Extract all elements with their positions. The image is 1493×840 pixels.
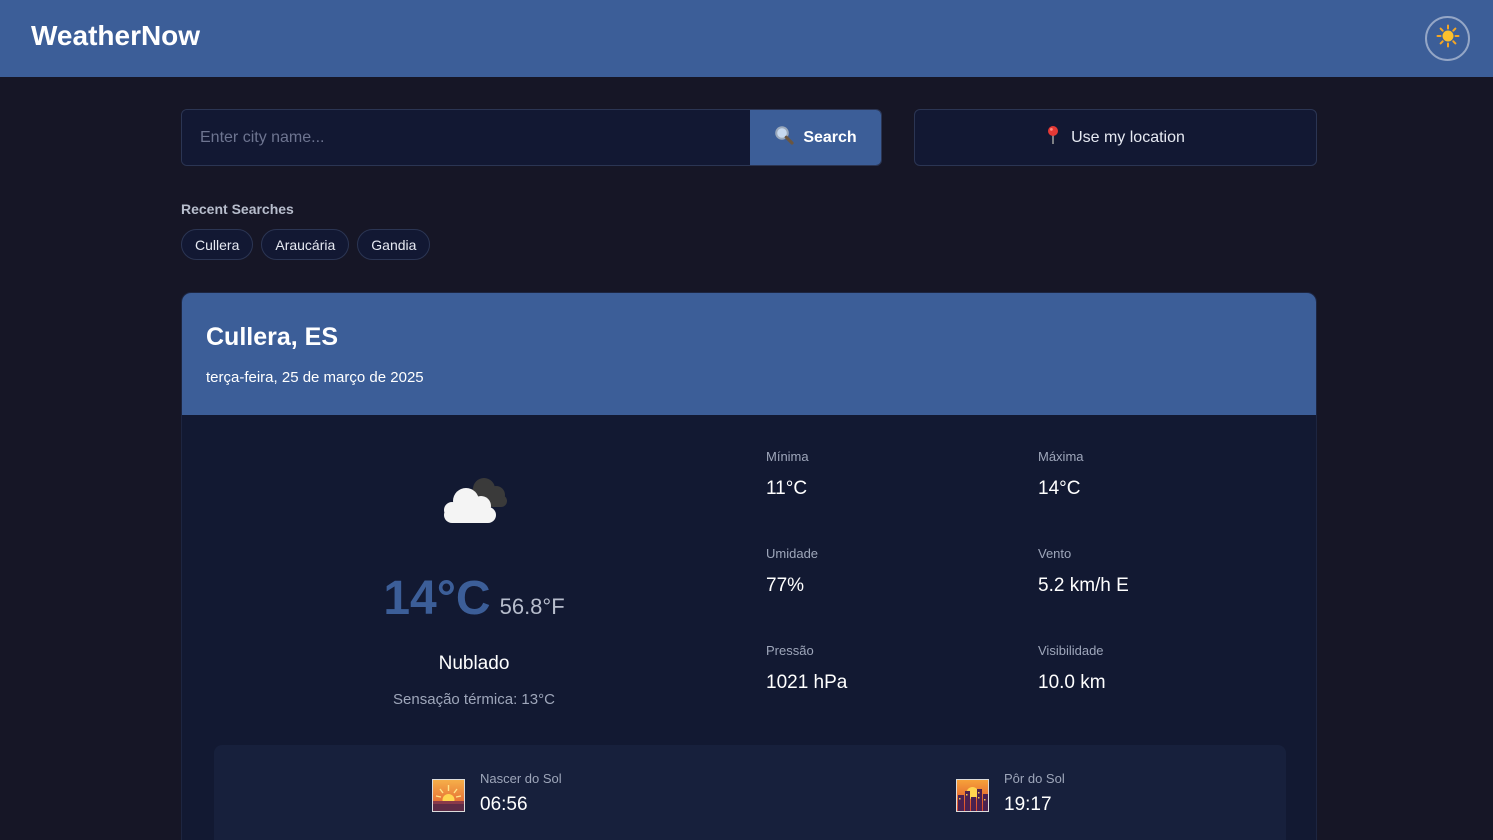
stat-label: Visibilidade (1038, 643, 1104, 658)
stat-humidity: Umidade 77% (766, 546, 818, 597)
top-bar: WeatherNow (0, 0, 1493, 77)
stat-wind: Vento 5.2 km/h E (1038, 546, 1129, 597)
stat-value: 10.0 km (1038, 672, 1106, 693)
temperature-fahrenheit: 56.8°F (499, 594, 565, 619)
recent-search-chip[interactable]: Gandia (357, 229, 431, 260)
stat-label: Mínima (766, 449, 809, 464)
stat-pressure: Pressão 1021 hPa (766, 643, 847, 694)
stat-label: Máxima (1038, 449, 1084, 464)
stat-visibility: Visibilidade 10.0 km (1038, 643, 1106, 694)
search-button[interactable]: Search (750, 110, 881, 165)
sunset-icon (956, 779, 989, 812)
sunrise-icon (432, 779, 465, 812)
search-bar: Search (181, 109, 882, 166)
sun-times-panel: Nascer do Sol 06:56 Pôr do Sol 19:17 (214, 745, 1286, 840)
stat-max: Máxima 14°C (1038, 449, 1084, 500)
use-location-label: Use my location (1071, 128, 1185, 146)
stat-label: Vento (1038, 546, 1072, 561)
brand-logo[interactable]: WeatherNow (31, 20, 200, 52)
stat-value: 14°C (1038, 478, 1081, 499)
recent-searches-list: Cullera Araucária Gandia (181, 229, 431, 260)
weather-condition: Nublado (438, 653, 510, 674)
recent-search-chip[interactable]: Cullera (181, 229, 254, 260)
stat-value: 5.2 km/h E (1038, 575, 1129, 596)
sunrise-label: Nascer do Sol (480, 771, 562, 786)
pin-icon (1046, 125, 1060, 150)
stat-label: Pressão (766, 643, 814, 658)
weather-card: Cullera, ES terça-feira, 25 de março de … (181, 292, 1317, 840)
stat-min: Mínima 11°C (766, 449, 809, 500)
magnifier-icon (774, 125, 794, 150)
current-temperature: 14°C 56.8°F (182, 571, 766, 626)
sun-icon (1436, 24, 1460, 53)
city-name: Cullera, ES (206, 323, 338, 351)
stat-value: 77% (766, 575, 805, 596)
cloud-icon (438, 473, 514, 530)
feels-like: Sensação térmica: 13°C (393, 691, 555, 708)
city-search-input[interactable] (182, 110, 750, 165)
sunset: Pôr do Sol 19:17 (956, 771, 1065, 816)
current-date: terça-feira, 25 de março de 2025 (206, 369, 424, 386)
recent-search-chip[interactable]: Araucária (261, 229, 350, 260)
stat-value: 11°C (766, 478, 808, 499)
sunrise-time: 06:56 (480, 794, 528, 815)
sunset-time: 19:17 (1004, 794, 1052, 815)
weather-card-header: Cullera, ES terça-feira, 25 de março de … (182, 293, 1316, 415)
recent-searches-title: Recent Searches (181, 201, 294, 217)
sunset-label: Pôr do Sol (1004, 771, 1065, 786)
stat-label: Umidade (766, 546, 819, 561)
stat-value: 1021 hPa (766, 672, 848, 693)
sunrise: Nascer do Sol 06:56 (432, 771, 562, 816)
search-button-label: Search (803, 128, 857, 146)
temperature-celsius: 14°C (383, 572, 491, 625)
theme-toggle-button[interactable] (1425, 16, 1470, 61)
use-location-button[interactable]: Use my location (914, 109, 1317, 166)
